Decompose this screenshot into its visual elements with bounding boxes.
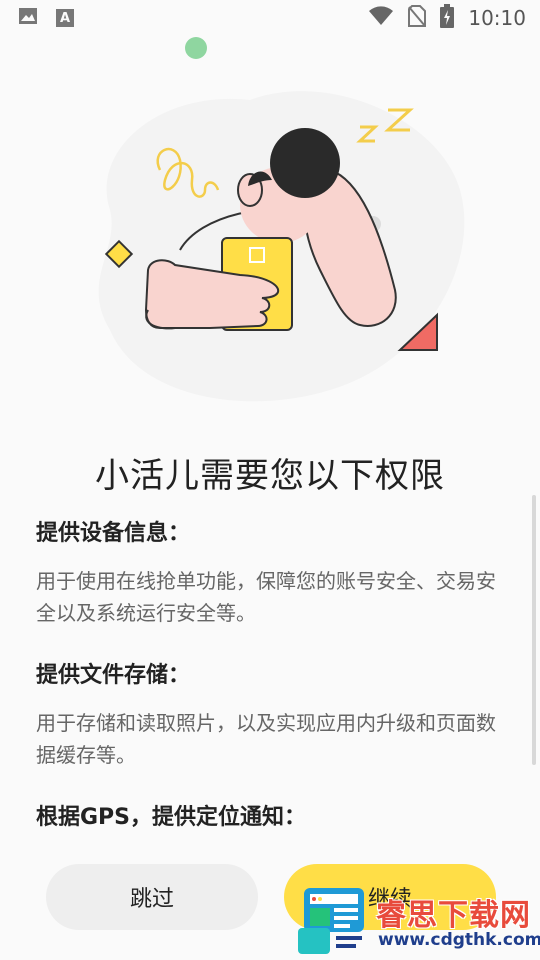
watermark: 睿思下载网 www.cdgthk.com: [298, 886, 540, 958]
section-heading: 根据GPS，提供定位通知：: [36, 805, 307, 830]
watermark-title: 睿思下载网: [376, 898, 531, 933]
page-title: 小活儿需要您以下权限: [95, 456, 445, 496]
permission-device-info: 提供设备信息： 用于使用在线抢单功能，保障您的账号安全、交易安全以及系统运行安全…: [36, 515, 506, 629]
section-body: 用于存储和读取照片，以及实现应用内升级和页面数据缓存等。: [36, 711, 496, 767]
watermark-logo-icon: [298, 888, 364, 954]
permission-gps: 根据GPS，提供定位通知：: [36, 799, 506, 831]
permission-illustration: [0, 30, 540, 430]
skip-button[interactable]: 跳过: [46, 864, 258, 930]
green-dot: [185, 37, 207, 59]
image-icon: [18, 6, 38, 31]
font-icon: A: [56, 9, 74, 27]
no-sim-icon: [408, 4, 427, 32]
battery-charging-icon: [440, 3, 455, 33]
section-body: 用于使用在线抢单功能，保障您的账号安全、交易安全以及系统运行安全等。: [36, 569, 496, 625]
section-heading: 提供文件存储：: [36, 663, 191, 688]
section-heading: 提供设备信息：: [36, 521, 191, 546]
permission-file-storage: 提供文件存储： 用于存储和读取照片，以及实现应用内升级和页面数据缓存等。: [36, 657, 506, 771]
hair-bun: [270, 128, 340, 198]
permission-list: 提供设备信息： 用于使用在线抢单功能，保障您的账号安全、交易安全以及系统运行安全…: [36, 515, 506, 859]
status-time: 10:10: [468, 6, 526, 30]
scrollbar[interactable]: [532, 495, 536, 765]
watermark-url: www.cdgthk.com: [378, 930, 540, 950]
wifi-icon: [368, 5, 394, 31]
